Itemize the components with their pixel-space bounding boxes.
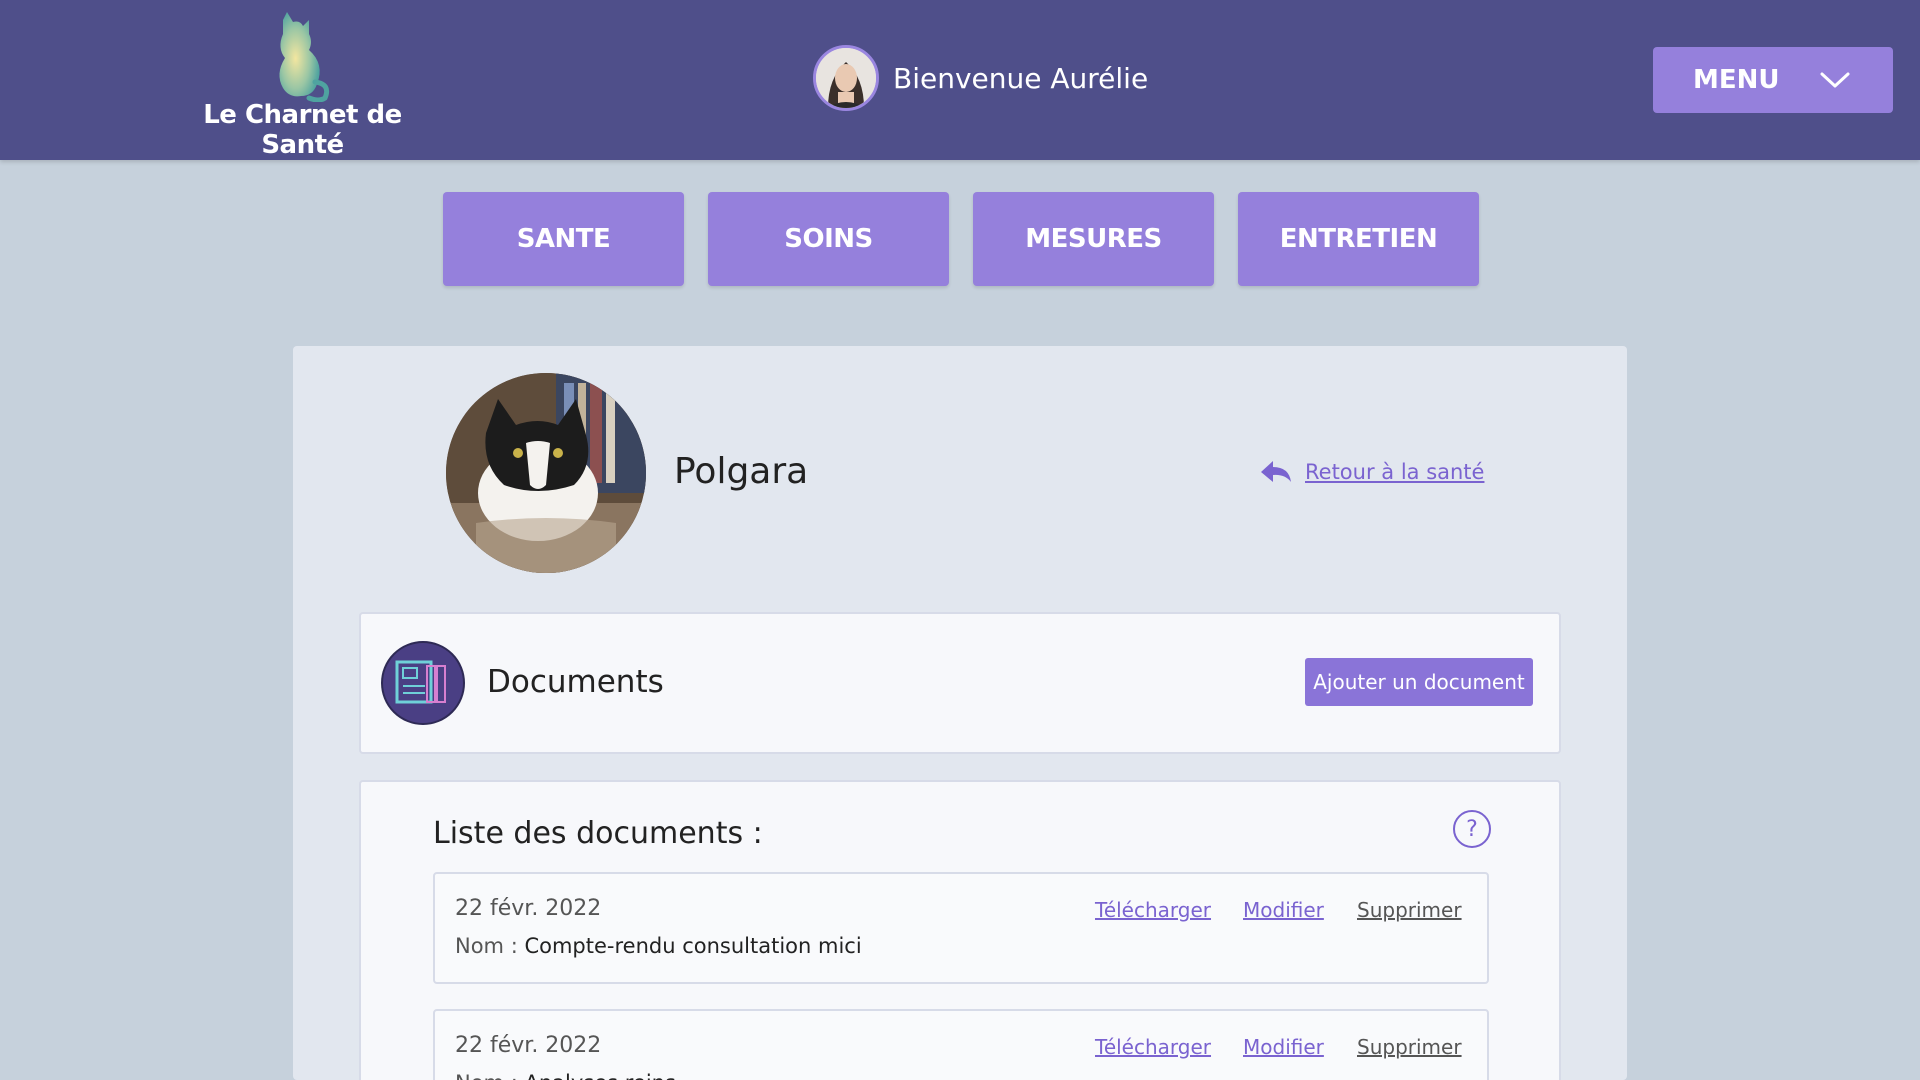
help-icon[interactable]: ? [1453,810,1491,848]
user-face-icon [816,48,876,108]
document-name: Nom : Compte-rendu consultation mici [455,934,862,958]
document-name-value: Compte-rendu consultation mici [524,934,862,958]
back-link-label: Retour à la santé [1305,460,1485,484]
top-header: Le Charnet de Santé Bienvenue Aurélie ME… [0,0,1920,160]
document-name-value: Analyses reins [524,1071,675,1080]
pet-name: Polgara [674,451,809,492]
documents-list-panel: Liste des documents : ? 22 févr. 2022 No… [359,780,1561,1080]
name-prefix: Nom : [455,1071,524,1080]
documents-header-panel: Documents Ajouter un document [359,612,1561,754]
return-arrow-icon [1261,461,1291,482]
document-row: 22 févr. 2022 Nom : Compte-rendu consult… [433,872,1489,984]
tab-entretien[interactable]: ENTRETIEN [1238,192,1479,286]
tab-soins[interactable]: SOINS [708,192,949,286]
add-document-button[interactable]: Ajouter un document [1305,658,1533,706]
download-link[interactable]: Télécharger [1095,898,1211,922]
cat-photo-icon [446,373,646,573]
delete-link[interactable]: Supprimer [1357,898,1462,922]
tab-sante[interactable]: SANTE [443,192,684,286]
chevron-down-icon [1820,72,1850,88]
delete-link[interactable]: Supprimer [1357,1035,1462,1059]
main-card: Polgara Retour à la santé Documents Ajou… [293,346,1627,1080]
edit-link[interactable]: Modifier [1243,1035,1324,1059]
documents-title: Documents [487,664,664,700]
tab-mesures[interactable]: MESURES [973,192,1214,286]
download-link[interactable]: Télécharger [1095,1035,1211,1059]
list-title: Liste des documents : [433,816,763,851]
document-date: 22 févr. 2022 [455,1033,602,1058]
welcome-text: Bienvenue Aurélie [893,61,1149,95]
document-name: Nom : Analyses reins [455,1071,676,1080]
user-avatar[interactable] [813,45,879,111]
app-name: Le Charnet de Santé [203,100,402,160]
document-row: 22 févr. 2022 Nom : Analyses reins Téléc… [433,1009,1489,1080]
category-tabs: SANTE SOINS MESURES ENTRETIEN [443,192,1479,286]
documents-icon [381,641,465,725]
menu-button[interactable]: MENU [1653,47,1893,113]
edit-link[interactable]: Modifier [1243,898,1324,922]
menu-label: MENU [1693,65,1780,95]
document-date: 22 févr. 2022 [455,896,602,921]
cat-logo-icon [279,12,330,102]
name-prefix: Nom : [455,934,525,958]
pet-photo [446,373,646,573]
app-logo[interactable]: Le Charnet de Santé [165,12,440,160]
welcome-area: Bienvenue Aurélie [813,43,1148,113]
back-to-health-link[interactable]: Retour à la santé [1259,458,1484,486]
